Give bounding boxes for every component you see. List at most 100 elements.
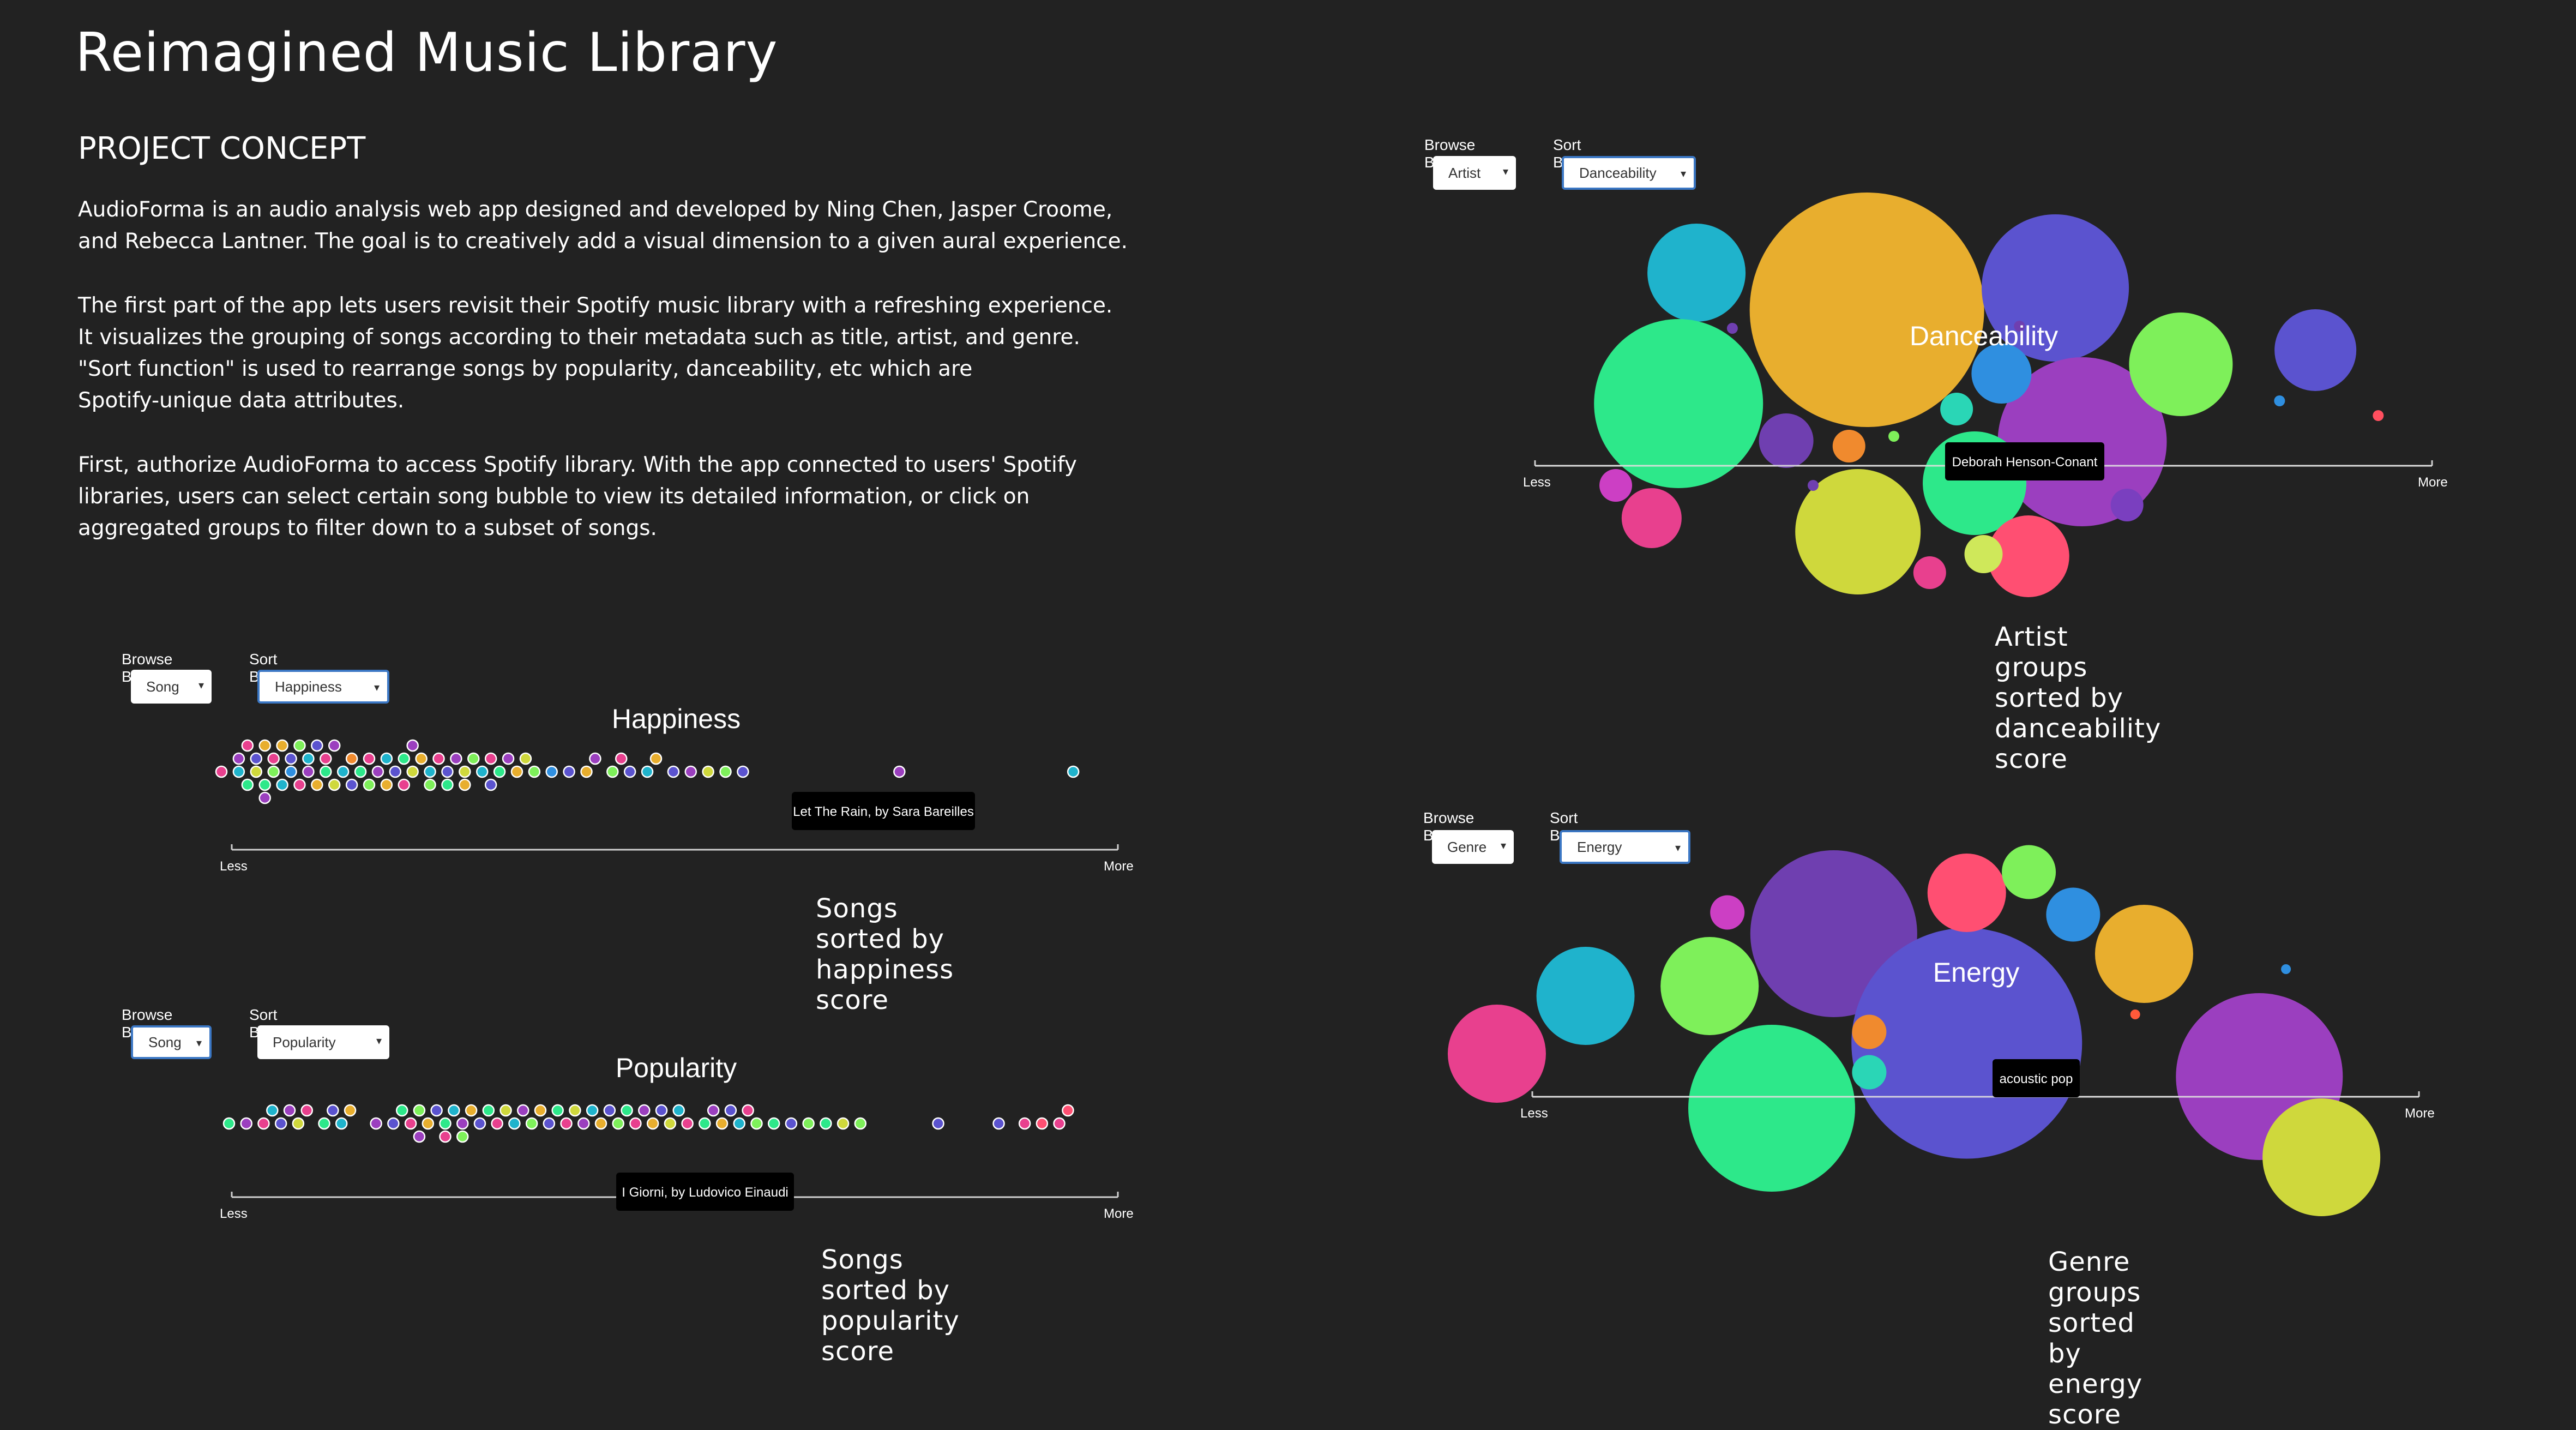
- song-dot[interactable]: [450, 752, 462, 765]
- song-dot[interactable]: [380, 778, 393, 791]
- song-dot[interactable]: [802, 1117, 815, 1130]
- song-dot[interactable]: [1053, 1117, 1066, 1130]
- song-dot[interactable]: [406, 739, 419, 752]
- song-dot[interactable]: [615, 752, 628, 765]
- song-dot[interactable]: [491, 1117, 503, 1130]
- group-bubble[interactable]: [1964, 535, 2003, 573]
- song-dot[interactable]: [785, 1117, 798, 1130]
- song-dot[interactable]: [363, 752, 376, 765]
- group-bubble[interactable]: [2274, 309, 2357, 391]
- song-dot[interactable]: [404, 1117, 417, 1130]
- song-dot[interactable]: [484, 778, 497, 791]
- group-bubble[interactable]: [1647, 224, 1746, 322]
- song-dot[interactable]: [232, 752, 245, 765]
- song-dot[interactable]: [664, 1117, 677, 1130]
- song-dot[interactable]: [257, 1117, 270, 1130]
- song-dot[interactable]: [222, 1117, 236, 1130]
- song-dot[interactable]: [448, 1104, 460, 1117]
- song-dot[interactable]: [459, 778, 471, 791]
- song-dot[interactable]: [577, 1117, 590, 1130]
- song-dot[interactable]: [345, 778, 358, 791]
- song-dot[interactable]: [467, 752, 480, 765]
- group-bubble[interactable]: [1621, 488, 1682, 548]
- song-dot[interactable]: [274, 1117, 287, 1130]
- song-dot[interactable]: [681, 1117, 694, 1130]
- song-dot[interactable]: [456, 1130, 469, 1143]
- song-dot[interactable]: [387, 1117, 400, 1130]
- group-bubble[interactable]: [1710, 895, 1745, 930]
- song-dot[interactable]: [667, 765, 680, 778]
- song-dot[interactable]: [395, 1104, 408, 1117]
- song-dot[interactable]: [459, 765, 471, 778]
- song-dot[interactable]: [371, 765, 384, 778]
- song-dot[interactable]: [534, 1104, 547, 1117]
- song-dot[interactable]: [508, 1117, 521, 1130]
- browse-by-select[interactable]: Song ▾: [131, 670, 212, 704]
- song-dot[interactable]: [638, 1104, 651, 1117]
- song-dot[interactable]: [422, 1117, 435, 1130]
- song-dot[interactable]: [476, 765, 489, 778]
- song-dot[interactable]: [569, 1104, 581, 1117]
- song-dot[interactable]: [266, 1104, 279, 1117]
- song-dot[interactable]: [241, 739, 254, 752]
- song-dot[interactable]: [482, 1104, 495, 1117]
- group-bubble[interactable]: [1971, 344, 2032, 404]
- group-bubble[interactable]: [1852, 1014, 1887, 1049]
- song-dot[interactable]: [516, 1104, 529, 1117]
- song-dot[interactable]: [415, 752, 428, 765]
- song-dot[interactable]: [737, 765, 749, 778]
- group-bubble[interactable]: [1807, 480, 1819, 491]
- song-dot[interactable]: [551, 1104, 564, 1117]
- song-dot[interactable]: [240, 1117, 252, 1130]
- song-dot[interactable]: [283, 1104, 296, 1117]
- song-dot[interactable]: [465, 1104, 478, 1117]
- song-dot[interactable]: [413, 1130, 426, 1143]
- browse-by-select[interactable]: Artist ▾: [1433, 156, 1516, 190]
- song-dot[interactable]: [932, 1117, 944, 1130]
- song-dot[interactable]: [250, 752, 263, 765]
- group-bubble[interactable]: [1660, 937, 1759, 1035]
- song-dot[interactable]: [293, 778, 306, 791]
- song-dot[interactable]: [344, 1104, 357, 1117]
- group-bubble[interactable]: [1749, 193, 1984, 427]
- song-dot[interactable]: [441, 778, 454, 791]
- group-bubble[interactable]: [2130, 1010, 2140, 1019]
- song-dot[interactable]: [606, 765, 619, 778]
- song-dot[interactable]: [232, 765, 245, 778]
- browse-by-select[interactable]: Song ▾: [131, 1025, 212, 1059]
- song-dot[interactable]: [285, 765, 297, 778]
- song-dot[interactable]: [320, 765, 332, 778]
- song-dot[interactable]: [363, 778, 376, 791]
- song-dot[interactable]: [345, 752, 358, 765]
- song-dot[interactable]: [302, 752, 315, 765]
- song-dot[interactable]: [484, 752, 497, 765]
- group-bubble[interactable]: [1927, 854, 2006, 932]
- song-dot[interactable]: [432, 752, 445, 765]
- song-dot[interactable]: [406, 765, 419, 778]
- song-dot[interactable]: [502, 752, 515, 765]
- song-dot[interactable]: [499, 1104, 512, 1117]
- song-dot[interactable]: [389, 765, 402, 778]
- group-bubble[interactable]: [1594, 319, 1764, 488]
- song-dot[interactable]: [560, 1117, 573, 1130]
- song-dot[interactable]: [612, 1117, 624, 1130]
- song-dot[interactable]: [510, 765, 523, 778]
- song-dot[interactable]: [258, 791, 271, 804]
- song-dot[interactable]: [258, 739, 271, 752]
- song-dot[interactable]: [302, 765, 315, 778]
- song-dot[interactable]: [473, 1117, 486, 1130]
- song-dot[interactable]: [893, 765, 906, 778]
- song-dot[interactable]: [241, 778, 254, 791]
- song-dot[interactable]: [354, 765, 367, 778]
- song-dot[interactable]: [456, 1117, 469, 1130]
- song-dot[interactable]: [398, 778, 410, 791]
- group-bubble[interactable]: [2373, 410, 2384, 421]
- group-bubble[interactable]: [1759, 413, 1814, 468]
- group-bubble[interactable]: [2094, 905, 2193, 1003]
- song-dot[interactable]: [285, 752, 297, 765]
- song-dot[interactable]: [641, 765, 654, 778]
- song-dot[interactable]: [719, 765, 732, 778]
- group-bubble[interactable]: [1599, 469, 1633, 502]
- song-dot[interactable]: [267, 752, 280, 765]
- song-dot[interactable]: [370, 1117, 382, 1130]
